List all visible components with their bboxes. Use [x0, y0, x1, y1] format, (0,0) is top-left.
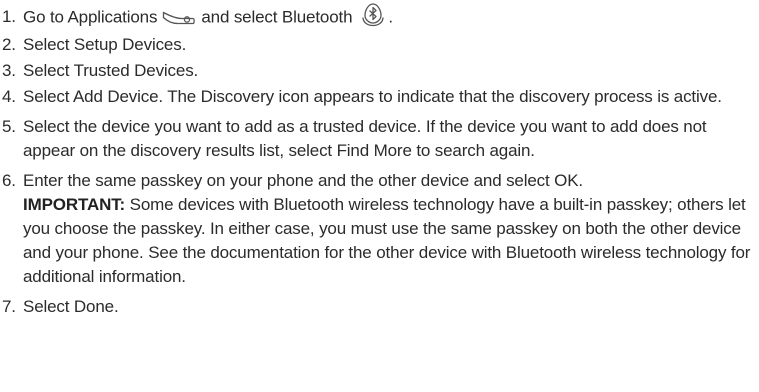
step-text: Select Setup Devices. — [23, 35, 187, 54]
instruction-steps: 1. Go to Applications and select Bluetoot… — [0, 3, 759, 321]
step-1: 1. Go to Applications and select Bluetoot… — [0, 3, 759, 31]
step-4: 4. Select Add Device. The Discovery icon… — [0, 85, 759, 109]
step-number: 2. — [2, 35, 16, 54]
step-text: Select Add Device. The Discovery icon ap… — [23, 87, 722, 106]
step-text: Select Trusted Devices. — [23, 61, 199, 80]
step-number: 4. — [2, 87, 16, 106]
step-7: 7. Select Done. — [0, 295, 759, 319]
step-number: 5. — [2, 117, 16, 136]
step-number: 1. — [2, 7, 16, 26]
step-5: 5. Select the device you want to add as … — [0, 115, 759, 163]
step-number: 6. — [2, 171, 16, 190]
step-text: Select Done. — [23, 297, 119, 316]
important-text: Some devices with Bluetooth wireless tec… — [23, 195, 751, 286]
step-2: 2. Select Setup Devices. — [0, 33, 759, 57]
applications-icon — [162, 8, 196, 25]
step-number: 3. — [2, 61, 16, 80]
step-main-text: Enter the same passkey on your phone and… — [23, 171, 583, 190]
step-text-part: Go to Applications — [23, 7, 158, 27]
step-text: Select the device you want to add as a t… — [23, 117, 707, 160]
step-text: Go to Applications and select Bluetooth. — [19, 3, 759, 31]
step-3: 3. Select Trusted Devices. — [0, 59, 759, 83]
important-label: IMPORTANT: — [23, 195, 126, 214]
step-text-part: . — [388, 7, 393, 27]
step-text: Enter the same passkey on your phone and… — [19, 169, 759, 289]
step-6: 6. Enter the same passkey on your phone … — [0, 169, 759, 289]
step-text-part: and select Bluetooth — [201, 7, 353, 27]
bluetooth-icon — [360, 1, 386, 27]
step-number: 7. — [2, 297, 16, 316]
